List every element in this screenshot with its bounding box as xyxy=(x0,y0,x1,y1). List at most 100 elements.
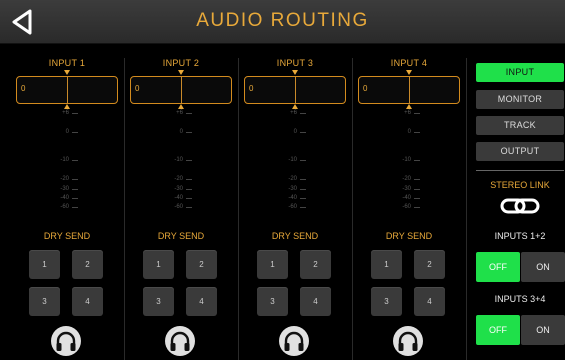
scale-label: -10 xyxy=(60,157,69,163)
channel-divider xyxy=(238,58,239,360)
inputs-3-4-off-button[interactable]: OFF xyxy=(476,315,520,345)
headphones-button[interactable] xyxy=(279,326,309,356)
marker-top-icon xyxy=(178,70,184,75)
page-title: AUDIO ROUTING xyxy=(196,10,369,31)
scale-label: -40 xyxy=(60,195,69,201)
dry-send-button-1[interactable]: 1 xyxy=(29,250,60,279)
channel-label: INPUT 2 xyxy=(162,58,200,68)
scale-label: +6 xyxy=(290,110,297,116)
scale-label: -20 xyxy=(60,176,69,182)
dry-send-button-4[interactable]: 4 xyxy=(72,287,103,316)
inputs-3-4-on-button[interactable]: ON xyxy=(521,315,565,345)
channel-strip-2: INPUT 2 0 +6 0 -10 -20 -30 -40 -60 DRY S… xyxy=(126,56,236,360)
header-bar: AUDIO ROUTING xyxy=(0,0,565,44)
headphones-button[interactable] xyxy=(393,326,423,356)
level-scale: +6 0 -10 -20 -30 -40 -60 xyxy=(156,108,216,218)
dry-send-button-2[interactable]: 2 xyxy=(72,250,103,279)
scale-label: 0 xyxy=(65,129,69,135)
tab-output[interactable]: OUTPUT xyxy=(476,142,564,161)
pan-center-marker xyxy=(181,76,182,103)
inputs-3-4-label: INPUTS 3+4 xyxy=(494,294,546,304)
scale-label: -20 xyxy=(288,176,297,182)
pan-center-marker xyxy=(295,76,296,103)
dry-send-button-4[interactable]: 4 xyxy=(414,287,445,316)
scale-label: -30 xyxy=(288,186,297,192)
scale-label: -10 xyxy=(288,157,297,163)
scale-label: 0 xyxy=(293,129,297,135)
scale-label: -20 xyxy=(402,176,411,182)
chain-link-icon xyxy=(500,198,540,214)
dry-send-button-2[interactable]: 2 xyxy=(300,250,331,279)
pan-value: 0 xyxy=(21,84,26,93)
dry-send-label: DRY SEND xyxy=(157,231,205,241)
headphones-button[interactable] xyxy=(165,326,195,356)
pan-value: 0 xyxy=(363,84,368,93)
level-scale: +6 0 -10 -20 -30 -40 -60 xyxy=(270,108,330,218)
tab-input[interactable]: INPUT xyxy=(476,63,564,82)
tab-monitor[interactable]: MONITOR xyxy=(476,90,564,109)
inputs-1-2-label: INPUTS 1+2 xyxy=(494,231,546,241)
marker-top-icon xyxy=(64,70,70,75)
scale-label: -40 xyxy=(402,195,411,201)
dry-send-button-3[interactable]: 3 xyxy=(143,287,174,316)
scale-label: -40 xyxy=(288,195,297,201)
level-scale: +6 0 -10 -20 -30 -40 -60 xyxy=(42,108,102,218)
marker-top-icon xyxy=(406,70,412,75)
dry-send-button-2[interactable]: 2 xyxy=(186,250,217,279)
pan-value: 0 xyxy=(135,84,140,93)
scale-label: -60 xyxy=(402,204,411,210)
scale-label: -20 xyxy=(174,176,183,182)
stereo-link-label: STEREO LINK xyxy=(490,180,550,190)
level-scale: +6 0 -10 -20 -30 -40 -60 xyxy=(384,108,444,218)
scale-label: -30 xyxy=(60,186,69,192)
scale-label: -10 xyxy=(174,157,183,163)
headphones-icon xyxy=(56,331,76,351)
marker-top-icon xyxy=(292,70,298,75)
dry-send-label: DRY SEND xyxy=(385,231,433,241)
tab-track[interactable]: TRACK xyxy=(476,116,564,135)
dry-send-label: DRY SEND xyxy=(43,231,91,241)
inputs-1-2-on-button[interactable]: ON xyxy=(521,252,565,282)
channel-strip-4: INPUT 4 0 +6 0 -10 -20 -30 -40 -60 DRY S… xyxy=(354,56,464,360)
dry-send-button-4[interactable]: 4 xyxy=(186,287,217,316)
dry-send-button-3[interactable]: 3 xyxy=(371,287,402,316)
channel-divider xyxy=(124,58,125,360)
scale-label: -40 xyxy=(174,195,183,201)
scale-label: -30 xyxy=(174,186,183,192)
dry-send-button-1[interactable]: 1 xyxy=(371,250,402,279)
channel-divider xyxy=(352,58,353,360)
scale-label: -10 xyxy=(402,157,411,163)
pan-control[interactable]: 0 xyxy=(244,70,346,109)
pan-value: 0 xyxy=(249,84,254,93)
channel-divider xyxy=(466,58,467,360)
pan-center-marker xyxy=(409,76,410,103)
scale-label: +6 xyxy=(176,110,183,116)
headphones-icon xyxy=(284,331,304,351)
dry-send-button-1[interactable]: 1 xyxy=(257,250,288,279)
dry-send-label: DRY SEND xyxy=(271,231,319,241)
pan-center-marker xyxy=(67,76,68,103)
channel-label: INPUT 3 xyxy=(276,58,314,68)
dry-send-button-2[interactable]: 2 xyxy=(414,250,445,279)
sidebar-divider xyxy=(476,170,564,171)
scale-label: -60 xyxy=(174,204,183,210)
scale-label: -60 xyxy=(288,204,297,210)
scale-label: 0 xyxy=(407,129,411,135)
scale-label: 0 xyxy=(179,129,183,135)
channel-label: INPUT 4 xyxy=(390,58,428,68)
headphones-icon xyxy=(398,331,418,351)
scale-label: -30 xyxy=(402,186,411,192)
scale-label: +6 xyxy=(62,110,69,116)
channel-label: INPUT 1 xyxy=(48,58,86,68)
dry-send-button-4[interactable]: 4 xyxy=(300,287,331,316)
channel-strip-1: INPUT 1 0 +6 0 -10 -20 -30 -40 -60 DRY S… xyxy=(12,56,122,360)
inputs-1-2-off-button[interactable]: OFF xyxy=(476,252,520,282)
dry-send-button-3[interactable]: 3 xyxy=(257,287,288,316)
dry-send-button-3[interactable]: 3 xyxy=(29,287,60,316)
headphones-button[interactable] xyxy=(51,326,81,356)
pan-control[interactable]: 0 xyxy=(16,70,118,109)
pan-control[interactable]: 0 xyxy=(358,70,460,109)
dry-send-button-1[interactable]: 1 xyxy=(143,250,174,279)
pan-control[interactable]: 0 xyxy=(130,70,232,109)
headphones-icon xyxy=(170,331,190,351)
